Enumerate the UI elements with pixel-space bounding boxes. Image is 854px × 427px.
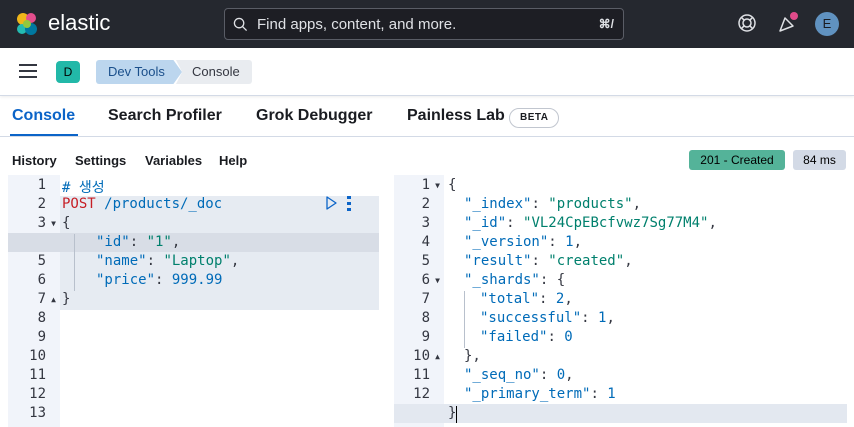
hamburger-menu-icon[interactable] xyxy=(19,64,37,78)
line-number: 8 xyxy=(37,310,46,326)
code-line: "_seq_no": 0, xyxy=(464,367,574,383)
version-value: 1 xyxy=(565,234,574,250)
newsfeed-cheer-icon[interactable] xyxy=(777,12,799,34)
line-number: 13 xyxy=(29,405,46,421)
response-gutter: 1 ▼ 2 3 4 5 6 ▼ 7 8 9 10 ▲ 11 12 13 ▲ xyxy=(394,175,444,427)
fold-close-icon[interactable]: ▲ xyxy=(51,295,56,304)
total-value: 2 xyxy=(555,291,565,307)
line-number: 6 xyxy=(37,272,46,288)
elastic-logo-icon[interactable] xyxy=(14,11,40,37)
code-line: "price": 999.99 xyxy=(96,272,223,288)
settings-button[interactable]: Settings xyxy=(75,153,126,168)
code-line: { xyxy=(62,215,71,231)
code-line: "total": 2, xyxy=(480,291,573,307)
breadcrumb-bar: D Dev Tools Console xyxy=(0,48,854,96)
line-number: 1 xyxy=(37,177,46,193)
code-line: "_primary_term": 1 xyxy=(464,386,616,402)
indent-guide xyxy=(464,291,465,348)
line-number: 9 xyxy=(421,329,430,345)
top-header: elastic Find apps, content, and more. ⌘/… xyxy=(0,0,854,48)
line-number: 7 xyxy=(37,291,46,307)
code-line: "result": "created", xyxy=(464,253,633,269)
fold-open-icon[interactable]: ▼ xyxy=(435,276,440,285)
code-line: "successful": 1, xyxy=(480,310,615,326)
response-time-badge: 84 ms xyxy=(793,150,846,170)
code-line: "_version": 1, xyxy=(464,234,583,250)
code-comment: # 생성 xyxy=(62,180,105,196)
request-gutter: 1 2 3 ▼ 4 5 6 7 ▲ 8 9 10 11 12 13 xyxy=(8,175,60,427)
variables-button[interactable]: Variables xyxy=(145,153,202,168)
more-actions-icon[interactable] xyxy=(346,196,352,211)
tab-console[interactable]: Console xyxy=(12,107,75,125)
line-number: 11 xyxy=(413,367,430,383)
line-number: 4 xyxy=(421,234,430,250)
active-tab-indicator xyxy=(10,134,78,136)
primary-term-value: 1 xyxy=(607,386,616,402)
line-number: 6 xyxy=(421,272,430,288)
brand-name[interactable]: elastic xyxy=(48,10,110,36)
request-editor[interactable]: 1 2 3 ▼ 4 5 6 7 ▲ 8 9 10 11 12 13 # 생성 P… xyxy=(8,175,383,427)
code-line: "_shards": { xyxy=(464,272,566,288)
line-number: 1 xyxy=(421,177,430,193)
line-number: 5 xyxy=(421,253,430,269)
code-line: "id": "1", xyxy=(96,234,181,250)
response-status-badge: 201 - Created xyxy=(689,150,785,170)
id-value: VL24CpEBcfvwz7Sg77M4 xyxy=(531,215,701,231)
indent-guide xyxy=(74,234,75,291)
response-editor[interactable]: 1 ▼ 2 3 4 5 6 ▼ 7 8 9 10 ▲ 11 12 13 ▲ { … xyxy=(394,175,847,427)
failed-value: 0 xyxy=(564,329,573,345)
fold-open-icon[interactable]: ▼ xyxy=(51,219,56,228)
line-number: 5 xyxy=(37,253,46,269)
search-icon xyxy=(233,17,248,32)
tab-grok-debugger[interactable]: Grok Debugger xyxy=(256,107,372,125)
request-line: POST /products/_doc xyxy=(62,196,222,212)
active-line-highlight xyxy=(394,404,847,423)
code-line: "_index": "products", xyxy=(464,196,642,212)
line-number: 9 xyxy=(37,329,46,345)
code-line: } xyxy=(62,291,71,307)
space-avatar[interactable]: D xyxy=(56,61,80,83)
search-shortcut: ⌘/ xyxy=(598,17,614,31)
play-icon[interactable] xyxy=(324,196,338,210)
user-avatar[interactable]: E xyxy=(815,12,839,36)
line-number: 2 xyxy=(37,196,46,212)
code-line: { xyxy=(448,177,457,193)
line-number: 10 xyxy=(413,348,430,364)
fold-close-icon[interactable]: ▲ xyxy=(435,352,440,361)
search-placeholder: Find apps, content, and more. xyxy=(257,16,457,33)
tab-search-profiler[interactable]: Search Profiler xyxy=(108,107,222,125)
result-value: created xyxy=(556,253,616,269)
seq-no-value: 0 xyxy=(556,367,566,383)
code-line: "failed": 0 xyxy=(480,329,573,345)
global-search-input[interactable]: Find apps, content, and more. ⌘/ xyxy=(224,8,624,40)
fold-open-icon[interactable]: ▼ xyxy=(435,181,440,190)
code-line: "_id": "VL24CpEBcfvwz7Sg77M4", xyxy=(464,215,717,231)
breadcrumb-console: Console xyxy=(176,60,252,84)
line-number: 10 xyxy=(29,348,46,364)
code-line: }, xyxy=(464,348,481,364)
line-number: 2 xyxy=(421,196,430,212)
beta-badge: BETA xyxy=(509,108,560,128)
line-number: 8 xyxy=(421,310,430,326)
index-value: products xyxy=(556,196,625,212)
request-text: POST /products/_doc xyxy=(62,196,223,212)
code-line: "name": "Laptop", xyxy=(96,253,240,269)
history-button[interactable]: History xyxy=(12,153,57,168)
help-lifebuoy-icon[interactable] xyxy=(737,13,757,33)
line-number: 12 xyxy=(413,386,430,402)
help-button[interactable]: Help xyxy=(219,153,247,168)
text-cursor xyxy=(456,406,457,423)
line-number: 7 xyxy=(421,291,430,307)
dev-tools-tabs: Console Search Profiler Grok Debugger Pa… xyxy=(0,97,854,137)
line-number: 3 xyxy=(37,215,46,231)
line-number: 11 xyxy=(29,367,46,383)
active-line-highlight xyxy=(8,233,379,252)
successful-value: 1 xyxy=(598,310,607,326)
breadcrumb-dev-tools[interactable]: Dev Tools xyxy=(96,60,182,84)
line-number: 3 xyxy=(421,215,430,231)
line-number: 12 xyxy=(29,386,46,402)
tab-painless-lab[interactable]: Painless Lab xyxy=(407,107,505,125)
